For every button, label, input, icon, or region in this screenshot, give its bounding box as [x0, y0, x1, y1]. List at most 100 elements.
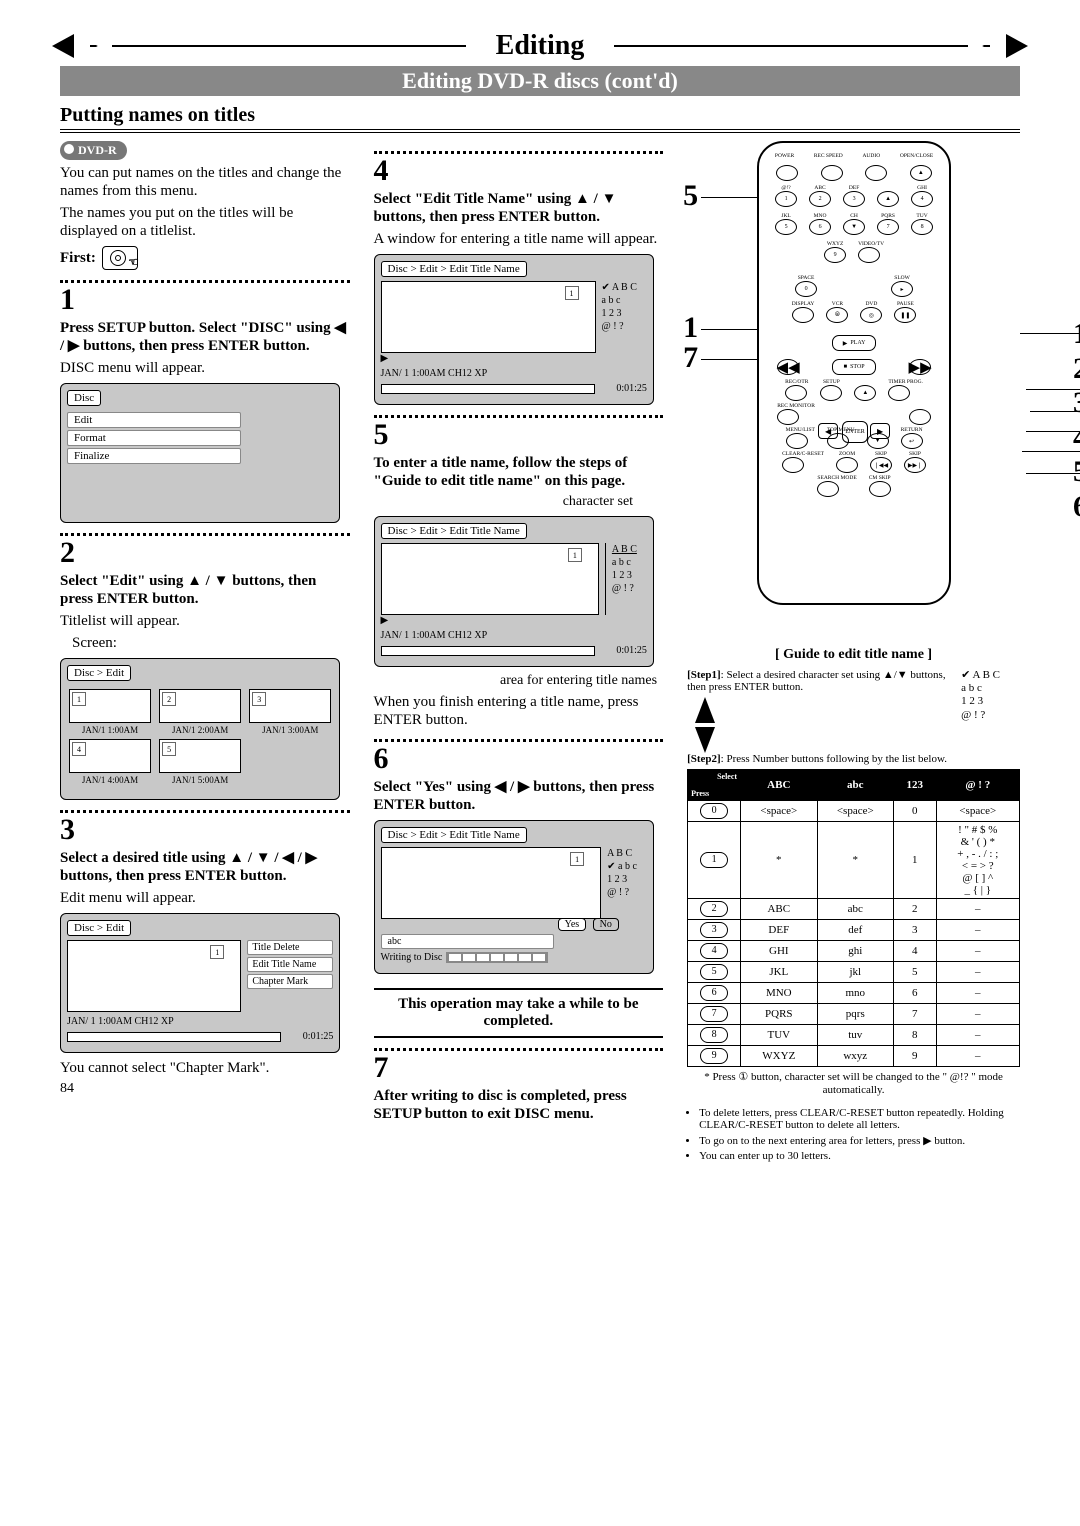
- writing-label: Writing to Disc: [381, 952, 443, 963]
- yes-button: Yes: [558, 918, 587, 931]
- keycap: 1: [700, 852, 728, 868]
- play-button: ▶PLAY: [832, 335, 876, 351]
- table-cell: WXYZ: [741, 1046, 817, 1067]
- separator: [374, 151, 664, 154]
- table-cell: –: [936, 920, 1019, 941]
- remote-key-1: 1: [775, 191, 797, 207]
- table-cell: DEF: [741, 920, 817, 941]
- dvdr-badge: DVD-R: [60, 141, 127, 160]
- breadcrumb: Disc: [67, 390, 101, 406]
- step-7-number: 7: [374, 1053, 664, 1083]
- remote-key-2: 2: [809, 191, 831, 207]
- step-1-result: DISC menu will appear.: [60, 359, 350, 377]
- note-item: You can enter up to 30 letters.: [699, 1150, 1020, 1162]
- clear-button: [782, 457, 804, 473]
- table-cell: –: [936, 983, 1019, 1004]
- charset-num: 1 2 3: [602, 307, 637, 320]
- remote-key-9: 9: [824, 247, 846, 263]
- step-2-instruction: Select "Edit" using ▲ / ▼ buttons, then …: [60, 572, 350, 608]
- osd-time: 0:01:25: [599, 645, 647, 656]
- pointer-area-label: area for entering title names: [378, 673, 664, 689]
- table-cell: def: [817, 920, 893, 941]
- step-6-instruction: Select "Yes" using ◀ / ▶ buttons, then p…: [374, 778, 664, 814]
- charset-upper: A B C: [612, 543, 637, 556]
- edit-title-name-osd: Disc > Edit > Edit Title Name 1 A B C a …: [374, 254, 654, 405]
- page-sub-banner: Editing DVD-R discs (cont'd): [60, 66, 1020, 96]
- table-cell: 0: [894, 801, 937, 822]
- ff-button: ▶▶: [909, 359, 931, 375]
- table-cell: PQRS: [741, 1004, 817, 1025]
- keycap: 9: [700, 1048, 728, 1064]
- table-cell: 3: [894, 920, 937, 941]
- table-cell: 8: [894, 1025, 937, 1046]
- table-cell: *: [741, 822, 817, 899]
- page-number: 84: [60, 1081, 350, 1097]
- charset-lower: a b c: [602, 294, 637, 307]
- intro-text-1: You can put names on the titles and chan…: [60, 164, 350, 200]
- table-cell: –: [936, 899, 1019, 920]
- charset-sym: @ ! ?: [602, 320, 637, 333]
- menu-item-format: Format: [67, 430, 241, 446]
- step-1-instruction: Press SETUP button. Select "DISC" using …: [60, 319, 350, 355]
- entry-field: abc: [381, 934, 555, 949]
- remote-key-7: 7: [877, 219, 899, 235]
- note-item: To go on to the next entering area for l…: [699, 1134, 1020, 1147]
- step-2-number: 2: [60, 538, 350, 568]
- table-cell: –: [936, 962, 1019, 983]
- table-cell: MNO: [741, 983, 817, 1004]
- table-cell: ghi: [817, 941, 893, 962]
- breadcrumb: Disc > Edit > Edit Title Name: [381, 827, 527, 843]
- thumb-label: JAN/1 4:00AM: [69, 775, 151, 785]
- guide-step1-label: [Step1]: [687, 669, 721, 681]
- menu-item: Chapter Mark: [247, 974, 333, 989]
- thumb-label: JAN/1 2:00AM: [159, 725, 241, 735]
- pause-button: ❚❚: [894, 307, 916, 323]
- step-5-number: 5: [374, 420, 664, 450]
- keycap: 5: [700, 964, 728, 980]
- remote-control-illustration: POWERREC SPEEDAUDIOOPEN/CLOSE ▲ @!?1 ABC…: [757, 141, 951, 605]
- table-cell: GHI: [741, 941, 817, 962]
- separator: [60, 280, 350, 283]
- keycap: 7: [700, 1006, 728, 1022]
- table-cell: tuv: [817, 1025, 893, 1046]
- step-4-number: 4: [374, 156, 664, 186]
- step-3-instruction: Select a desired title using ▲ / ▼ / ◀ /…: [60, 849, 350, 885]
- table-cell: ! " # $ % & ' ( ) * + , - . / : ; < = > …: [936, 822, 1019, 899]
- step-5-after: When you finish entering a title name, p…: [374, 693, 664, 729]
- callouts-right: 1 2 3 4 5 6: [1073, 317, 1080, 524]
- osd-time: 0:01:25: [599, 383, 647, 394]
- table-cell: –: [936, 1004, 1019, 1025]
- menu-item: Title Delete: [247, 940, 333, 955]
- pointer-charset-label: character set: [378, 494, 664, 510]
- confirm-osd: Disc > Edit > Edit Title Name 1 A B C a …: [374, 820, 654, 974]
- titlelist-osd: Disc > Edit 1JAN/1 1:00AM 2JAN/1 2:00AM …: [60, 658, 340, 800]
- table-cell: <space>: [817, 801, 893, 822]
- table-cell: ABC: [741, 899, 817, 920]
- table-cell: wxyz: [817, 1046, 893, 1067]
- charset-sym: @ ! ?: [961, 709, 1000, 722]
- step-6-number: 6: [374, 744, 664, 774]
- separator: [374, 739, 664, 742]
- thumb-label: JAN/1 5:00AM: [159, 775, 241, 785]
- menu-item-finalize: Finalize: [67, 448, 241, 464]
- section-title: Putting names on titles: [60, 104, 1020, 133]
- charset-lower: a b c: [961, 682, 1000, 695]
- menu-item-edit: Edit: [67, 412, 241, 428]
- table-cell: JKL: [741, 962, 817, 983]
- table-cell: <space>: [741, 801, 817, 822]
- disc-menu-osd: Disc Edit Format Finalize: [60, 383, 340, 523]
- disc-icon: ☜: [102, 246, 138, 270]
- table-cell: 9: [894, 1046, 937, 1067]
- progress-blocks: [446, 952, 548, 963]
- callout-7: 7: [683, 341, 698, 375]
- breadcrumb: Disc > Edit > Edit Title Name: [381, 261, 527, 277]
- table-cell: pqrs: [817, 1004, 893, 1025]
- table-cell: –: [936, 1046, 1019, 1067]
- table-cell: 1: [894, 822, 937, 899]
- remote-key-0: 0: [795, 281, 817, 297]
- table-cell: <space>: [936, 801, 1019, 822]
- guide-step2-label: [Step2]: [687, 753, 721, 765]
- step-5-instruction: To enter a title name, follow the steps …: [374, 454, 664, 490]
- screen-label: Screen:: [72, 634, 350, 652]
- separator: [60, 810, 350, 813]
